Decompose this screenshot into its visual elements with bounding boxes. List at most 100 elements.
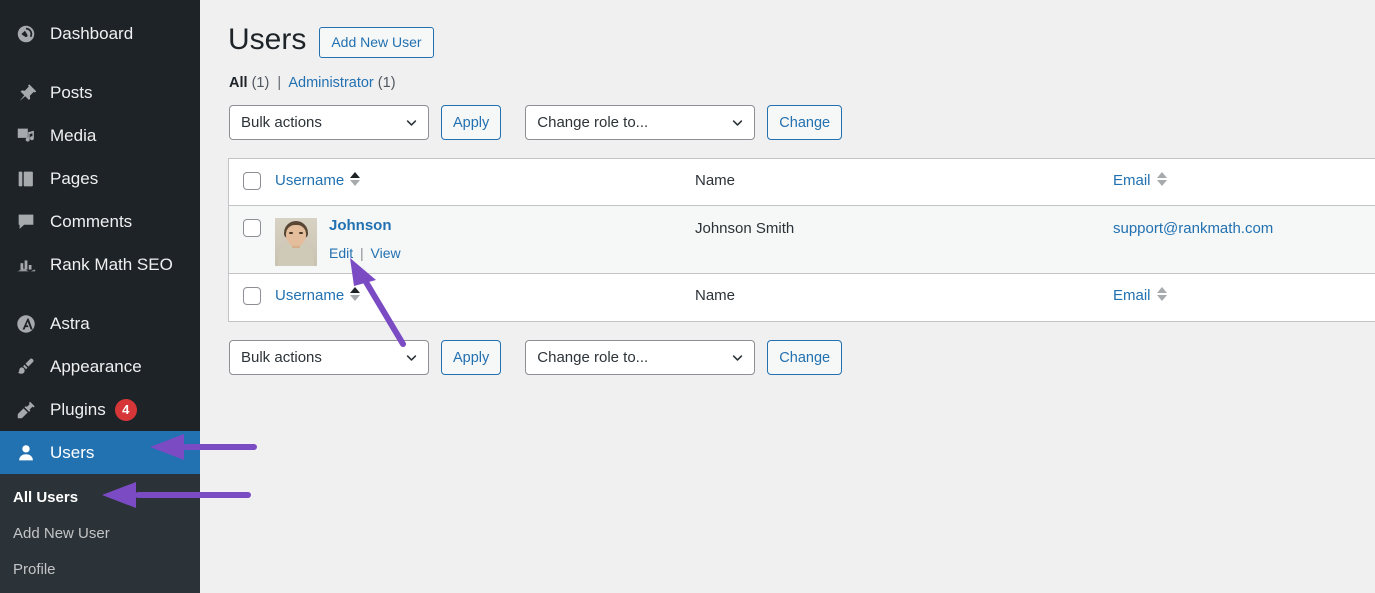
sidebar-item-pages[interactable]: Pages (0, 157, 200, 200)
rank-math-icon (13, 252, 39, 278)
sidebar-item-dashboard[interactable]: Dashboard (0, 12, 200, 55)
row-name-cell: Johnson Smith (695, 220, 795, 237)
column-footer-name: Name (695, 274, 1105, 304)
column-header-name: Name (695, 159, 1105, 189)
row-username-cell: Johnson Edit | View (275, 206, 695, 266)
change-role-value: Change role to... (537, 349, 649, 366)
avatar (275, 218, 317, 266)
sidebar-item-label: Comments (50, 212, 133, 231)
admin-sidebar: Dashboard Posts Media Pages Comments Ran… (0, 0, 200, 593)
sidebar-item-label: Astra (50, 314, 90, 333)
column-header-name-label: Name (695, 172, 736, 189)
bulk-actions-value: Bulk actions (241, 114, 322, 131)
submenu-item-add-new-user[interactable]: Add New User (0, 515, 200, 551)
submenu-item-profile[interactable]: Profile (0, 551, 200, 587)
sidebar-item-users[interactable]: Users (0, 431, 200, 474)
row-action-edit[interactable]: Edit (329, 245, 353, 261)
select-all-checkbox-top[interactable] (243, 172, 261, 190)
dashboard-icon (13, 21, 39, 47)
table-footer-row: Username Name Email (229, 274, 1375, 321)
bulk-actions-select-bottom[interactable]: Bulk actions (229, 340, 429, 375)
column-header-username-link[interactable]: Username (275, 172, 361, 189)
filter-all-label[interactable]: All (229, 75, 248, 91)
row-username-link[interactable]: Johnson (329, 217, 401, 235)
sidebar-item-astra[interactable]: Astra (0, 302, 200, 345)
sort-arrows-icon[interactable] (350, 287, 361, 301)
change-button-top[interactable]: Change (767, 105, 843, 140)
sidebar-item-appearance[interactable]: Appearance (0, 345, 200, 388)
sidebar-item-label: Media (50, 126, 97, 145)
sidebar-item-posts[interactable]: Posts (0, 71, 200, 114)
sort-arrows-icon[interactable] (350, 172, 361, 186)
users-icon (13, 440, 39, 466)
column-header-email-link[interactable]: Email (1113, 172, 1167, 189)
astra-icon (13, 311, 39, 337)
column-footer-username[interactable]: Username (275, 274, 695, 304)
chevron-down-icon (405, 351, 418, 364)
appearance-icon (13, 354, 39, 380)
row-email-cell: support@rankmath.com (1105, 206, 1375, 237)
submenu-item-label: All Users (13, 488, 79, 506)
pages-icon (13, 166, 39, 192)
submenu-item-label: Profile (13, 560, 56, 578)
filter-separator: | (277, 75, 282, 91)
wordpress-admin-screen: Dashboard Posts Media Pages Comments Ran… (0, 0, 1375, 593)
column-footer-email-label: Email (1113, 287, 1151, 304)
submenu-item-all-users[interactable]: All Users (0, 479, 200, 515)
column-footer-email[interactable]: Email (1105, 274, 1375, 304)
users-submenu: All Users Add New User Profile (0, 474, 200, 593)
apply-button-top[interactable]: Apply (441, 105, 502, 140)
select-all-checkbox-bottom[interactable] (243, 287, 261, 305)
select-all-cell-bottom (229, 274, 275, 305)
sidebar-item-label: Plugins (50, 400, 106, 419)
media-icon (13, 123, 39, 149)
sort-arrows-icon[interactable] (1156, 172, 1167, 186)
sidebar-item-label: Pages (50, 169, 99, 188)
sidebar-item-plugins[interactable]: Plugins 4 (0, 388, 200, 431)
sidebar-item-label: Users (50, 443, 95, 462)
row-actions: Edit | View (329, 245, 401, 261)
row-checkbox[interactable] (243, 219, 261, 237)
sidebar-item-label: Posts (50, 83, 93, 102)
page-header: Users Add New User (200, 0, 1375, 58)
submenu-item-label: Add New User (13, 524, 110, 542)
change-role-value: Change role to... (537, 114, 649, 131)
sidebar-item-label: Appearance (50, 357, 142, 376)
tablenav-bottom: Bulk actions Apply Change role to... Cha… (200, 340, 1375, 375)
filter-all-count: (1) (251, 75, 270, 91)
column-header-email[interactable]: Email (1105, 159, 1375, 189)
plugins-update-badge: 4 (114, 398, 137, 421)
filter-administrator-count: (1) (377, 75, 396, 91)
apply-button-bottom[interactable]: Apply (441, 340, 502, 375)
sidebar-item-media[interactable]: Media (0, 114, 200, 157)
column-footer-email-link[interactable]: Email (1113, 287, 1167, 304)
add-new-user-button[interactable]: Add New User (319, 26, 434, 58)
comments-icon (13, 209, 39, 235)
change-role-select-top[interactable]: Change role to... (525, 105, 756, 140)
table-header-row: Username Name Email (229, 159, 1375, 206)
sort-arrows-icon[interactable] (1156, 287, 1167, 301)
sidebar-item-label: Dashboard (50, 24, 134, 43)
row-select-cell (229, 206, 275, 237)
row-email-link[interactable]: support@rankmath.com (1113, 220, 1273, 237)
chevron-down-icon (731, 116, 744, 129)
column-footer-name-label: Name (695, 287, 736, 304)
bulk-actions-select-top[interactable]: Bulk actions (229, 105, 429, 140)
sidebar-item-rank-math-seo[interactable]: Rank Math SEO (0, 243, 200, 286)
filter-administrator-label[interactable]: Administrator (288, 75, 373, 91)
column-footer-username-link[interactable]: Username (275, 287, 361, 304)
users-table: Username Name Email Johnson Edit | View … (228, 158, 1375, 322)
sidebar-item-comments[interactable]: Comments (0, 200, 200, 243)
select-all-cell (229, 159, 275, 190)
change-role-select-bottom[interactable]: Change role to... (525, 340, 756, 375)
row-action-view[interactable]: View (371, 245, 401, 261)
page-title: Users (228, 23, 307, 56)
pin-icon (13, 80, 39, 106)
change-button-bottom[interactable]: Change (767, 340, 843, 375)
row-action-separator: | (360, 244, 364, 261)
user-role-filter-list: All (1) | Administrator (1) (200, 58, 1375, 91)
bulk-actions-value: Bulk actions (241, 349, 322, 366)
content-area: Users Add New User All (1) | Administrat… (200, 0, 1375, 593)
tablenav-top: Bulk actions Apply Change role to... Cha… (200, 105, 1375, 140)
column-header-username[interactable]: Username (275, 159, 695, 189)
